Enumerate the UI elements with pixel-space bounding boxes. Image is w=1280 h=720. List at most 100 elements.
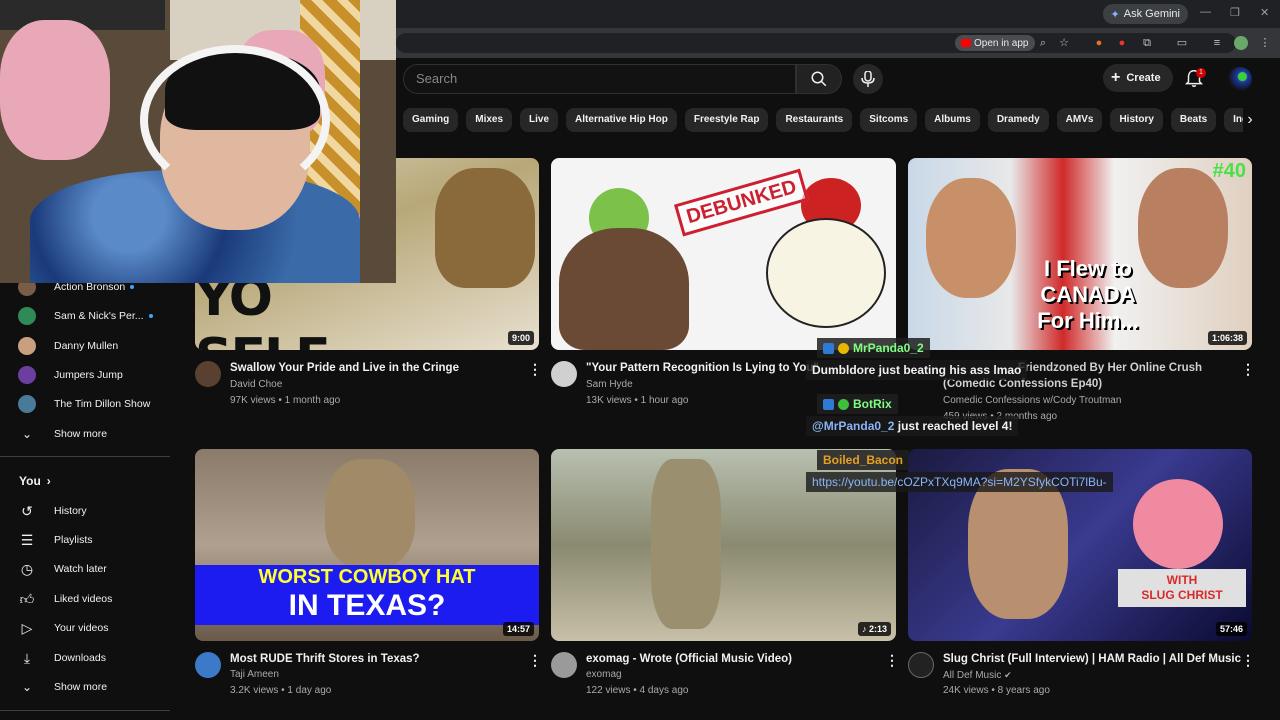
extensions-puzzle-icon[interactable]: ⧉: [1140, 36, 1154, 50]
channel-avatar: [18, 395, 36, 413]
chip-10[interactable]: History: [1110, 108, 1163, 132]
channel-avatar: [18, 307, 36, 325]
sidebar-item-your-videos[interactable]: ▷ Your videos: [18, 617, 109, 639]
video-menu-icon[interactable]: ⋮: [885, 652, 899, 668]
channel-name-text: All Def Music: [943, 670, 1002, 681]
voice-search-button[interactable]: [853, 64, 883, 94]
chat-username-row: Boiled_Bacon: [817, 450, 910, 470]
video-duration-text: 2:13: [868, 624, 887, 634]
chips-next-chevron-icon[interactable]: ›: [1238, 108, 1262, 132]
chip-0[interactable]: Gaming: [403, 108, 459, 132]
video-menu-icon[interactable]: ⋮: [528, 652, 542, 668]
extension-icon[interactable]: ●: [1092, 36, 1106, 50]
chip-11[interactable]: Beats: [1170, 108, 1217, 132]
chip-1[interactable]: Mixes: [466, 108, 513, 132]
chip-6[interactable]: Sitcoms: [860, 108, 918, 132]
zoom-icon[interactable]: ⌕: [1036, 36, 1050, 50]
address-bar[interactable]: [396, 33, 1236, 53]
show-more-subscriptions[interactable]: ⌄ Show more: [18, 423, 107, 445]
channel-name[interactable]: exomag: [586, 667, 622, 683]
chat-username: BotRix: [853, 397, 892, 411]
your-videos-icon: ▷: [21, 619, 33, 636]
chat-mention: @MrPanda0_2: [812, 419, 895, 433]
video-menu-icon[interactable]: ⋮: [1241, 652, 1255, 668]
video-title[interactable]: Friendzoned By Her Online Crush: [1018, 361, 1202, 376]
video-title[interactable]: Slug Christ (Full Interview) | HAM Radio…: [943, 652, 1241, 667]
video-menu-icon[interactable]: ⋮: [528, 361, 542, 377]
create-button[interactable]: + Create: [1103, 64, 1173, 92]
close-icon[interactable]: ✕: [1260, 6, 1269, 19]
cast-icon[interactable]: ▭: [1175, 36, 1189, 50]
profile-avatar-icon[interactable]: [1234, 36, 1248, 50]
channel-avatar: [18, 337, 36, 355]
chip-2[interactable]: Live: [520, 108, 559, 132]
reading-list-icon[interactable]: ≡: [1210, 36, 1224, 50]
person-art: [325, 459, 415, 569]
account-avatar[interactable]: [1228, 67, 1252, 91]
restore-icon[interactable]: ❐: [1230, 6, 1240, 19]
channel-avatar[interactable]: [551, 361, 577, 387]
sidebar-item-label: Downloads: [54, 652, 106, 664]
subscription-label: Jumpers Jump: [54, 369, 123, 381]
channel-name[interactable]: Comedic Confessions w/Cody Troutman: [943, 393, 1121, 409]
search-button[interactable]: [796, 64, 842, 94]
sidebar-subscription[interactable]: The Tim Dillon Show: [18, 393, 150, 415]
open-in-app-button[interactable]: Open in app: [955, 35, 1035, 51]
person-art: [926, 178, 1016, 298]
sidebar-divider: [0, 710, 170, 711]
browser-menu-icon[interactable]: ⋮: [1258, 36, 1272, 50]
video-thumbnail[interactable]: #40 I Flew to CANADA For Him... 1:06:38: [908, 158, 1252, 350]
sidebar-subscription[interactable]: Danny Mullen: [18, 335, 118, 357]
bookmark-star-icon[interactable]: ☆: [1057, 36, 1071, 50]
video-duration: 9:00: [507, 331, 534, 345]
chip-8[interactable]: Dramedy: [987, 108, 1049, 132]
chip-4[interactable]: Freestyle Rap: [684, 108, 769, 132]
chip-9[interactable]: AMVs: [1056, 108, 1103, 132]
video-title[interactable]: "Your Pattern Recognition Is Lying to Yo…: [586, 361, 819, 376]
thumbnail-caption-banner: WORST COWBOY HAT IN TEXAS?: [195, 565, 539, 625]
minimize-icon[interactable]: —: [1200, 6, 1211, 18]
show-more-label: Show more: [54, 681, 108, 693]
channel-name[interactable]: All Def Music ✔: [943, 667, 1012, 684]
sidebar-item-label: Liked videos: [54, 593, 113, 605]
chat-link-message[interactable]: https://youtu.be/cOZPxTXq9MA?si=M2YSfykC…: [806, 472, 1113, 492]
channel-name[interactable]: Taji Ameen: [230, 667, 279, 683]
video-duration: 14:57: [502, 622, 534, 636]
sidebar-item-playlists[interactable]: ☰ Playlists: [18, 529, 93, 551]
video-thumbnail[interactable]: DEBUNKED: [551, 158, 896, 350]
you-section-header[interactable]: You ›: [19, 474, 51, 488]
video-thumbnail[interactable]: WORST COWBOY HAT IN TEXAS? 14:57: [195, 449, 539, 641]
sidebar-subscription[interactable]: Sam & Nick's Per...: [18, 305, 153, 327]
video-title[interactable]: Swallow Your Pride and Live in the Cring…: [230, 361, 459, 376]
search-input[interactable]: Search: [403, 64, 796, 94]
subscription-label: Danny Mullen: [54, 340, 119, 352]
chat-message: Dumbldore just beating his ass lmao: [806, 360, 1028, 380]
video-duration: ♪ 2:13: [857, 622, 891, 636]
video-menu-icon[interactable]: ⋮: [1241, 361, 1255, 377]
channel-avatar[interactable]: [551, 652, 577, 678]
channel-name[interactable]: David Choe: [230, 377, 282, 393]
extension-icon[interactable]: ●: [1115, 36, 1129, 50]
sidebar-item-liked-videos[interactable]: 👍︎ Liked videos: [18, 588, 113, 610]
video-title[interactable]: Most RUDE Thrift Stores in Texas?: [230, 652, 420, 667]
level-badge-icon: [838, 342, 849, 354]
video-title[interactable]: exomag - Wrote (Official Music Video): [586, 652, 792, 667]
channel-avatar[interactable]: [195, 652, 221, 678]
chip-3[interactable]: Alternative Hip Hop: [566, 108, 677, 132]
channel-avatar: [18, 366, 36, 384]
sidebar-item-downloads[interactable]: ⤓ Downloads: [18, 647, 106, 669]
sidebar-item-label: History: [54, 505, 87, 517]
person-art: [651, 459, 721, 629]
channel-avatar[interactable]: [195, 361, 221, 387]
channel-name[interactable]: Sam Hyde: [586, 377, 633, 393]
chip-7[interactable]: Albums: [925, 108, 980, 132]
sidebar-subscription[interactable]: Jumpers Jump: [18, 364, 123, 386]
person-art: [1138, 168, 1228, 288]
show-more-you[interactable]: ⌄ Show more: [18, 676, 107, 698]
ask-gemini-button[interactable]: ✦ Ask Gemini: [1102, 4, 1188, 24]
sidebar-item-history[interactable]: ↺ History: [18, 500, 87, 522]
thumbnail-stamp-text: DEBUNKED: [673, 168, 810, 237]
sidebar-item-watch-later[interactable]: ◷ Watch later: [18, 558, 107, 580]
chip-5[interactable]: Restaurants: [776, 108, 853, 132]
channel-avatar[interactable]: [908, 652, 934, 678]
